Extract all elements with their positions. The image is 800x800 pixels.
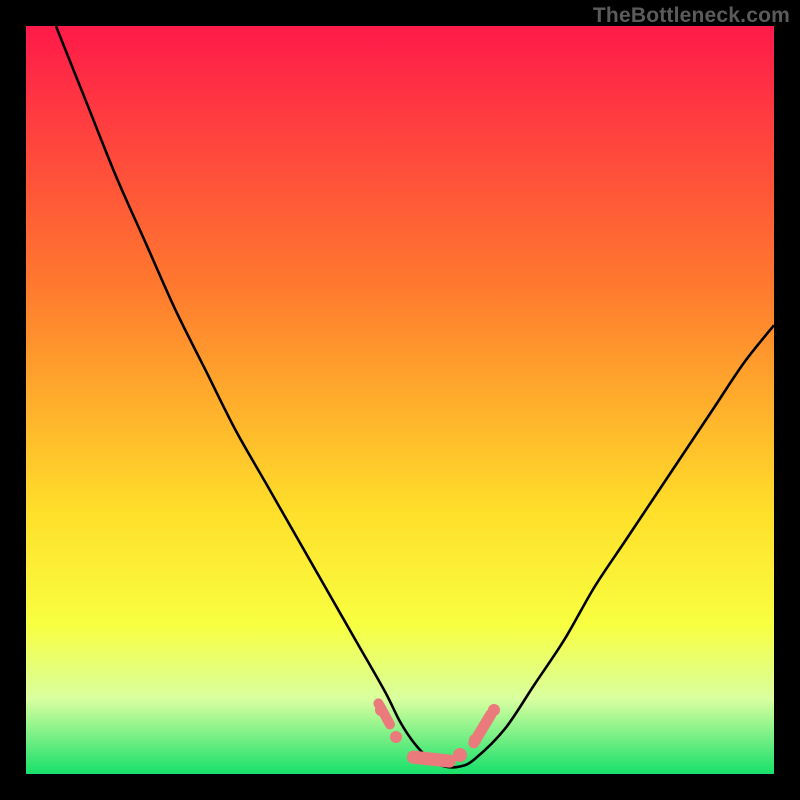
plot-area [26,26,774,774]
outer-frame: TheBottleneck.com [0,0,800,800]
valley-dot [390,731,402,743]
watermark-text: TheBottleneck.com [593,4,790,28]
bottleneck-curve [26,26,774,774]
